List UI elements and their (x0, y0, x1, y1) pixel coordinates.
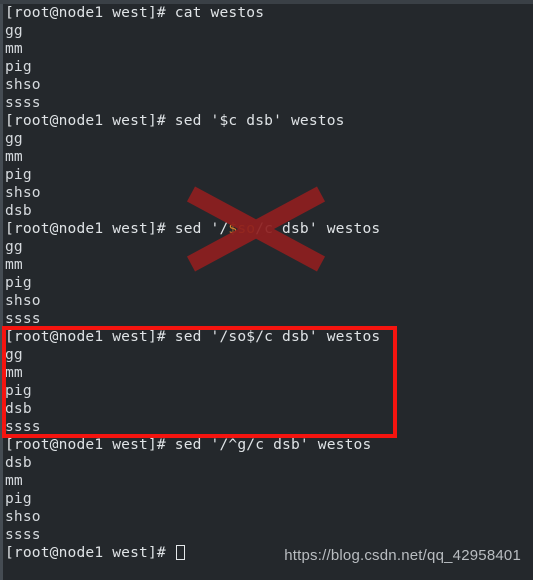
terminal-output-line: dsb (5, 202, 32, 219)
terminal-output-line: pig (5, 166, 32, 183)
terminal-prompt-line: [root@node1 west]# sed '/^g/c dsb' westo… (5, 436, 533, 454)
terminal-prompt-line: [root@node1 west]# cat westos (5, 4, 533, 22)
terminal-output-line: shso (5, 292, 41, 309)
shell-prompt: [root@node1 west]# (5, 220, 175, 237)
shell-prompt: [root@node1 west]# (5, 544, 175, 561)
window-left-edge (0, 4, 3, 580)
terminal-output-line: pig (5, 58, 32, 75)
terminal-output-line: shso (5, 508, 41, 525)
terminal-output-line: shso (5, 184, 41, 201)
terminal-prompt-line: [root@node1 west]# sed '/$so/c dsb' west… (5, 220, 533, 238)
shell-variable-token: $so (228, 220, 256, 237)
terminal-output-area[interactable]: [root@node1 west]# cat westos gg mm pig shso… (5, 4, 533, 580)
shell-prompt: [root@node1 west]# (5, 112, 175, 129)
command-text: sed '/so$/c dsb' westos (174, 328, 381, 345)
command-text: sed '$c dsb' westos (174, 112, 345, 129)
shell-prompt: [root@node1 west]# (5, 436, 175, 453)
terminal-output-line: mm (5, 40, 23, 57)
terminal-output-line: mm (5, 472, 23, 489)
terminal-output-line: ssss (5, 418, 41, 435)
terminal-prompt-line: [root@node1 west]# sed '$c dsb' westos (5, 112, 533, 130)
terminal-output-line: gg (5, 22, 23, 39)
terminal-output-line: ssss (5, 526, 41, 543)
terminal-output-line: mm (5, 256, 23, 273)
terminal-output-line: gg (5, 346, 23, 363)
command-text: /c dsb' westos (255, 220, 381, 237)
terminal-window: [root@node1 west]# cat westos gg mm pig shso… (0, 0, 533, 580)
command-text: sed '/^g/c dsb' westos (174, 436, 372, 453)
terminal-output-line: mm (5, 364, 23, 381)
terminal-prompt-line: [root@node1 west]# sed '/so$/c dsb' west… (5, 328, 533, 346)
command-text: cat westos (174, 4, 265, 21)
terminal-output-line: pig (5, 382, 32, 399)
terminal-output-line: ssss (5, 310, 41, 327)
terminal-output-line: pig (5, 274, 32, 291)
terminal-output-line: gg (5, 130, 23, 147)
terminal-output-line: gg (5, 238, 23, 255)
shell-prompt: [root@node1 west]# (5, 328, 175, 345)
text-cursor[interactable] (175, 545, 185, 560)
terminal-output-line: ssss (5, 94, 41, 111)
command-text: sed '/ (174, 220, 229, 237)
terminal-output-line: pig (5, 490, 32, 507)
terminal-output-line: mm (5, 148, 23, 165)
terminal-output-line: dsb (5, 400, 32, 417)
shell-prompt: [root@node1 west]# (5, 4, 175, 21)
watermark-text: https://blog.csdn.net/qq_42958401 (284, 547, 521, 564)
terminal-output-line: shso (5, 76, 41, 93)
terminal-output-line: dsb (5, 454, 32, 471)
